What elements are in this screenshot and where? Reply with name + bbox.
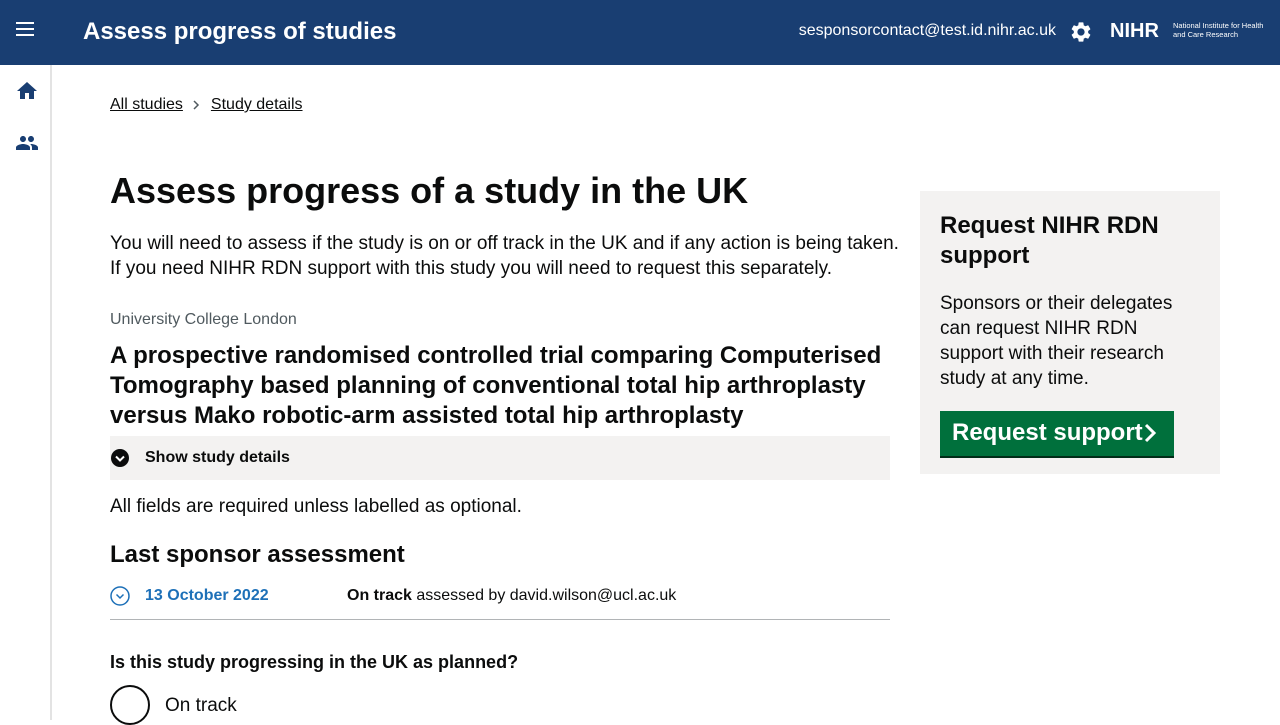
breadcrumb: All studies Study details — [110, 96, 303, 114]
request-support-button[interactable]: Request support — [940, 411, 1174, 456]
progress-question: Is this study progressing in the UK as p… — [110, 652, 519, 672]
radio-label[interactable]: On track — [165, 695, 237, 717]
last-assessment-heading: Last sponsor assessment — [110, 541, 405, 568]
study-title: A prospective randomised controlled tria… — [110, 342, 882, 429]
home-icon[interactable] — [15, 79, 39, 103]
user-email: sesponsorcontact@test.id.nihr.ac.uk — [798, 22, 1056, 39]
panel-title: Request NIHR RDN support — [940, 212, 1159, 269]
panel-text: Sponsors or their delegates can request … — [940, 293, 1173, 389]
nihr-logo[interactable]: NIHR National Institute for Health and C… — [1110, 20, 1270, 44]
chevron-down-circle-icon — [111, 449, 129, 467]
app-header: Assess progress of studies sesponsorcont… — [0, 0, 1280, 65]
breadcrumb-all-studies[interactable]: All studies — [110, 96, 183, 114]
menu-icon[interactable] — [16, 22, 38, 42]
sidebar — [0, 65, 52, 720]
show-study-details-toggle[interactable]: Show study details — [110, 436, 890, 480]
page-title: Assess progress of a study in the UK — [110, 170, 749, 211]
intro-text: You will need to assess if the study is … — [110, 233, 899, 279]
assessment-date-link[interactable]: 13 October 2022 — [145, 587, 269, 605]
required-fields-note: All fields are required unless labelled … — [110, 496, 522, 517]
logo-main-text: NIHR — [1110, 20, 1159, 42]
request-support-label: Request support — [952, 419, 1143, 446]
sponsor-organisation: University College London — [110, 311, 297, 328]
assessment-assessed-by: assessed by david.wilson@ucl.ac.uk — [416, 587, 677, 604]
last-assessment-row: 13 October 2022 On track assessed by dav… — [110, 584, 890, 620]
chevron-down-circle-icon[interactable] — [110, 586, 130, 606]
users-icon[interactable] — [15, 131, 39, 155]
show-study-details-label: Show study details — [145, 449, 290, 466]
chevron-right-icon — [1144, 423, 1157, 443]
assessment-status: On track assessed by david.wilson@ucl.ac… — [347, 587, 676, 605]
assessment-status-value: On track — [347, 587, 412, 604]
radio-button[interactable] — [110, 685, 150, 725]
request-support-panel: Request NIHR RDN support Sponsors or the… — [920, 191, 1220, 474]
app-title: Assess progress of studies — [83, 18, 397, 45]
logo-sub-text: National Institute for Health and Care R… — [1173, 21, 1264, 39]
breadcrumb-study-details[interactable]: Study details — [211, 96, 303, 114]
gear-icon[interactable] — [1069, 20, 1093, 44]
chevron-right-icon — [193, 100, 199, 110]
